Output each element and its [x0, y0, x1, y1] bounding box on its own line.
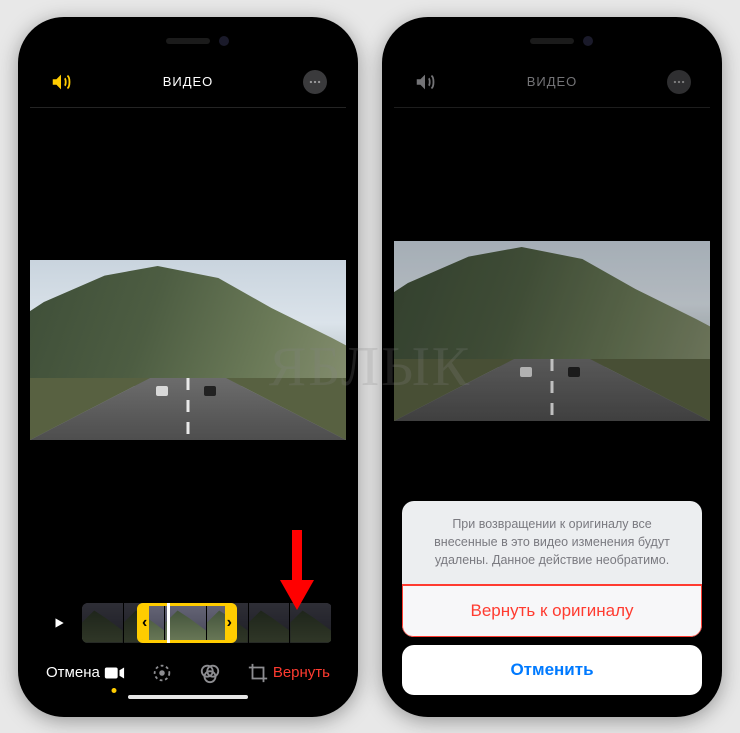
tool-video[interactable] — [102, 661, 126, 685]
home-indicator[interactable] — [128, 695, 248, 699]
notch — [477, 29, 627, 55]
trim-selection[interactable] — [137, 603, 237, 643]
revert-button[interactable]: Вернуть — [273, 664, 330, 681]
revert-to-original-button[interactable]: Вернуть к оригиналу — [402, 584, 702, 637]
home-indicator[interactable] — [492, 695, 612, 699]
notch — [113, 29, 263, 55]
phone-left: ВИДЕО — [18, 17, 358, 717]
screen: ВИДЕО — [394, 29, 710, 705]
tool-filters[interactable] — [198, 661, 222, 685]
playhead[interactable] — [167, 603, 170, 643]
play-button[interactable] — [44, 605, 74, 641]
phone-right: ВИДЕО — [382, 17, 722, 717]
trim-handle-right-icon[interactable]: › — [227, 614, 232, 632]
screen: ВИДЕО — [30, 29, 346, 705]
editor-header: ВИДЕО — [30, 59, 346, 108]
cancel-button[interactable]: Отмена — [46, 664, 100, 681]
sheet-message: При возвращении к оригиналу все внесенны… — [402, 501, 702, 584]
tool-crop[interactable] — [246, 661, 270, 685]
video-preview[interactable] — [30, 108, 346, 593]
trim-handle-left-icon[interactable]: ‹ — [142, 614, 147, 632]
header-title: ВИДЕО — [74, 74, 302, 89]
volume-icon[interactable] — [48, 69, 74, 95]
more-button[interactable] — [302, 69, 328, 95]
action-sheet: При возвращении к оригиналу все внесенны… — [402, 501, 702, 694]
active-dot-icon — [112, 688, 117, 693]
annotation-arrow-icon — [276, 526, 318, 619]
tool-adjust[interactable] — [150, 661, 174, 685]
ellipsis-icon — [303, 70, 327, 94]
sheet-cancel-button[interactable]: Отменить — [402, 645, 702, 695]
